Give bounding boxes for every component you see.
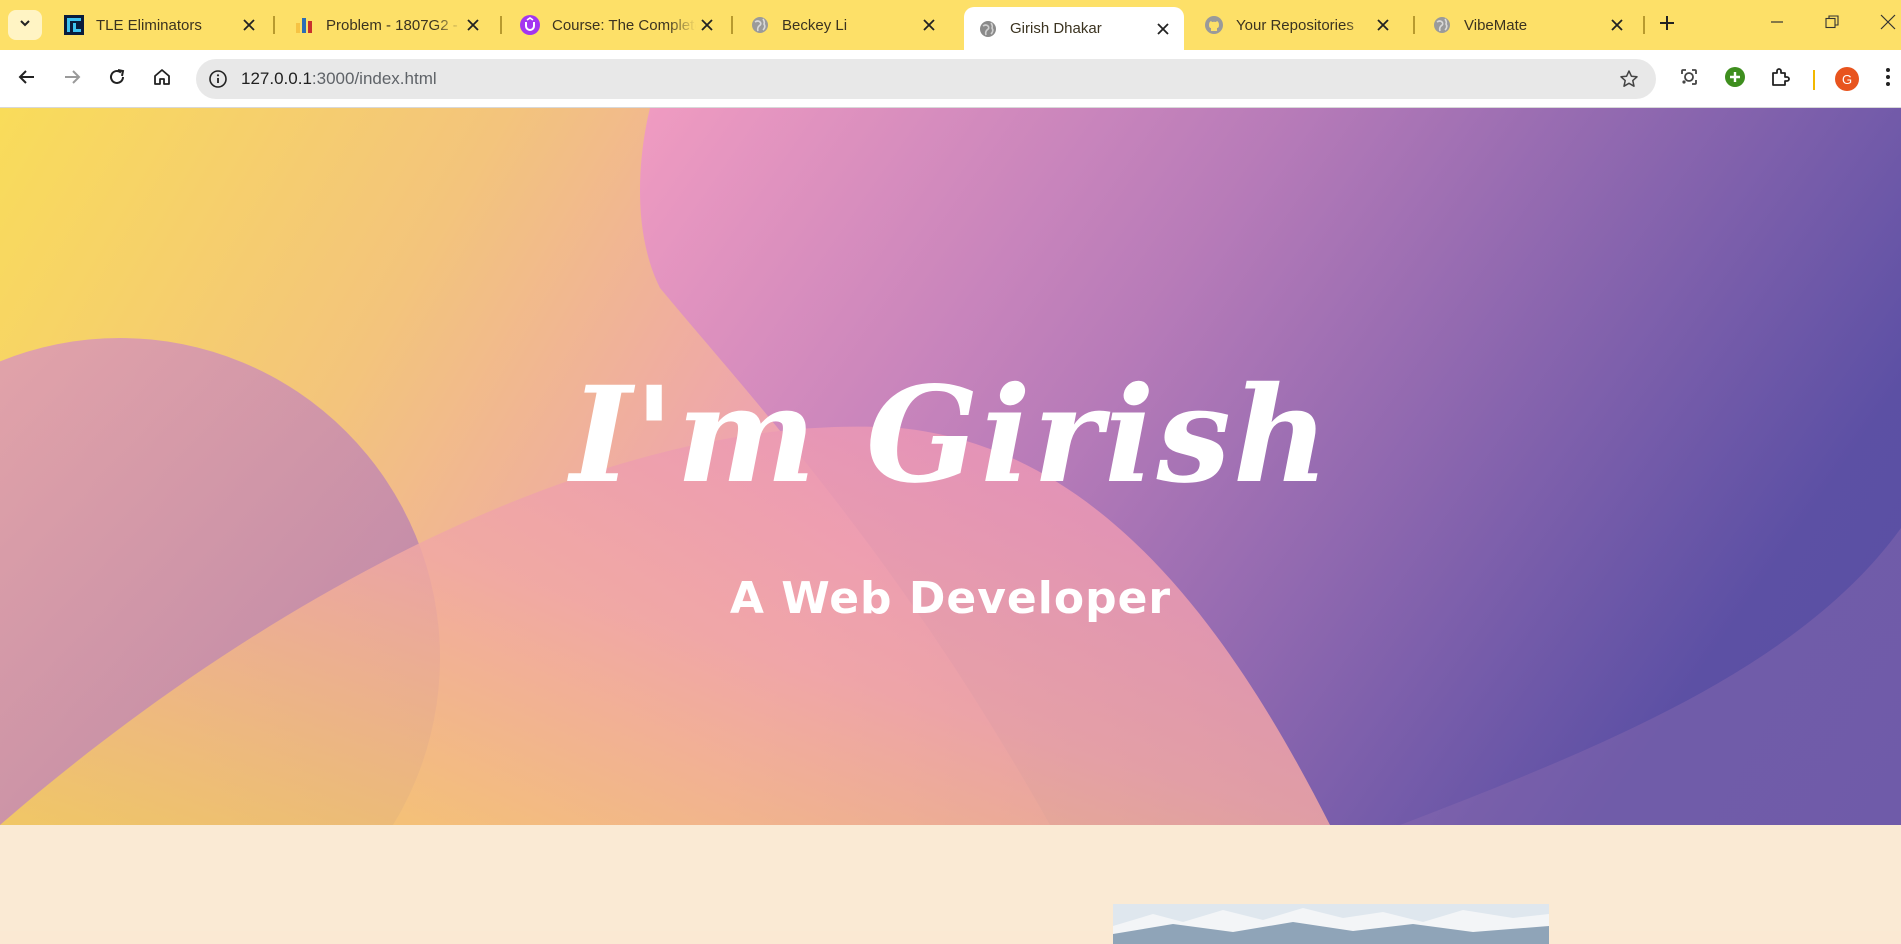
- chevron-down-icon: [18, 16, 32, 35]
- puzzle-icon: [1769, 66, 1791, 93]
- tab-strip: TLE Eliminators Problem - 1807G2 - Codef…: [0, 0, 1901, 50]
- tab-girish-dhakar[interactable]: Girish Dhakar: [964, 7, 1184, 50]
- restore-button[interactable]: [1812, 6, 1852, 42]
- site-info-icon[interactable]: [204, 65, 232, 93]
- tab-title: Girish Dhakar: [1010, 20, 1102, 37]
- hero-title: I'm Girish: [570, 358, 1331, 513]
- close-tab-icon[interactable]: [918, 14, 940, 36]
- tab-separator: [1413, 16, 1415, 34]
- udemy-icon: [520, 15, 540, 35]
- tab-your-repositories[interactable]: Your Repositories: [1190, 8, 1404, 42]
- tab-tle-eliminators[interactable]: TLE Eliminators: [50, 8, 270, 42]
- tab-codeforces-problem[interactable]: Problem - 1807G2 - Codeforces: [280, 8, 494, 42]
- browser-toolbar: 127.0.0.1:3000/index.html G: [0, 50, 1901, 108]
- tab-separator: [731, 16, 733, 34]
- new-tab-button[interactable]: [1652, 10, 1682, 40]
- minimize-icon: [1770, 15, 1784, 34]
- tab-vibemate[interactable]: VibeMate: [1418, 8, 1638, 42]
- hero-subtitle: A Web Developer: [729, 573, 1172, 624]
- address-bar[interactable]: 127.0.0.1:3000/index.html: [196, 59, 1656, 99]
- mountain-landscape-image: [1113, 904, 1549, 944]
- tab-title: VibeMate: [1464, 16, 1528, 34]
- plus-icon: [1659, 15, 1675, 36]
- tab-title: Course: The Complete Web Development Boo…: [552, 16, 696, 34]
- tab-title: TLE Eliminators: [96, 16, 202, 34]
- extension-add-button[interactable]: [1718, 62, 1752, 96]
- browser-menu-button[interactable]: [1875, 62, 1901, 96]
- green-plus-icon: [1724, 66, 1746, 93]
- reload-button[interactable]: [100, 62, 134, 96]
- close-tab-icon[interactable]: [696, 14, 718, 36]
- profile-photo: [1113, 904, 1549, 944]
- toolbar-divider: [1813, 70, 1815, 90]
- lens-icon: [1678, 66, 1700, 93]
- close-tab-icon[interactable]: [1152, 18, 1174, 40]
- tab-title: Problem - 1807G2 - Codeforces: [326, 16, 462, 34]
- tab-search-button[interactable]: [8, 10, 42, 40]
- home-icon: [153, 68, 171, 91]
- close-tab-icon[interactable]: [462, 14, 484, 36]
- github-icon: [1204, 15, 1224, 35]
- reload-icon: [108, 68, 126, 91]
- tab-separator: [273, 16, 275, 34]
- close-tab-icon[interactable]: [238, 14, 260, 36]
- globe-icon: [750, 15, 770, 35]
- extensions-button[interactable]: [1763, 62, 1797, 96]
- more-vert-icon: [1885, 67, 1891, 92]
- tab-title: Beckey Li: [782, 16, 848, 34]
- bookmark-star-icon[interactable]: [1616, 66, 1642, 92]
- minimize-button[interactable]: [1757, 6, 1797, 42]
- tab-title: Your Repositories: [1236, 16, 1354, 34]
- tle-logo-icon: [64, 15, 84, 35]
- restore-icon: [1825, 14, 1839, 34]
- arrow-left-icon: [18, 68, 36, 91]
- back-button[interactable]: [10, 62, 44, 96]
- hero-section: I'm Girish A Web Developer: [0, 108, 1901, 825]
- tab-udemy-course[interactable]: Course: The Complete Web Development Boo…: [506, 8, 728, 42]
- google-lens-button[interactable]: [1672, 62, 1706, 96]
- close-window-button[interactable]: [1868, 6, 1901, 42]
- codeforces-icon: [294, 15, 314, 35]
- about-section: [0, 825, 1901, 944]
- tab-beckey-li[interactable]: Beckey Li: [736, 8, 950, 42]
- forward-button[interactable]: [55, 62, 89, 96]
- url-host: 127.0.0.1: [241, 69, 312, 88]
- close-icon: [1880, 14, 1896, 35]
- close-tab-icon[interactable]: [1372, 14, 1394, 36]
- globe-icon: [1432, 15, 1452, 35]
- url-path: :3000/index.html: [311, 69, 437, 88]
- home-button[interactable]: [145, 62, 179, 96]
- tab-separator: [500, 16, 502, 34]
- arrow-right-icon: [63, 68, 81, 91]
- url-text: 127.0.0.1:3000/index.html: [241, 69, 437, 89]
- close-tab-icon[interactable]: [1606, 14, 1628, 36]
- globe-icon: [978, 19, 998, 39]
- tab-separator: [1643, 16, 1645, 34]
- profile-avatar[interactable]: G: [1835, 67, 1859, 91]
